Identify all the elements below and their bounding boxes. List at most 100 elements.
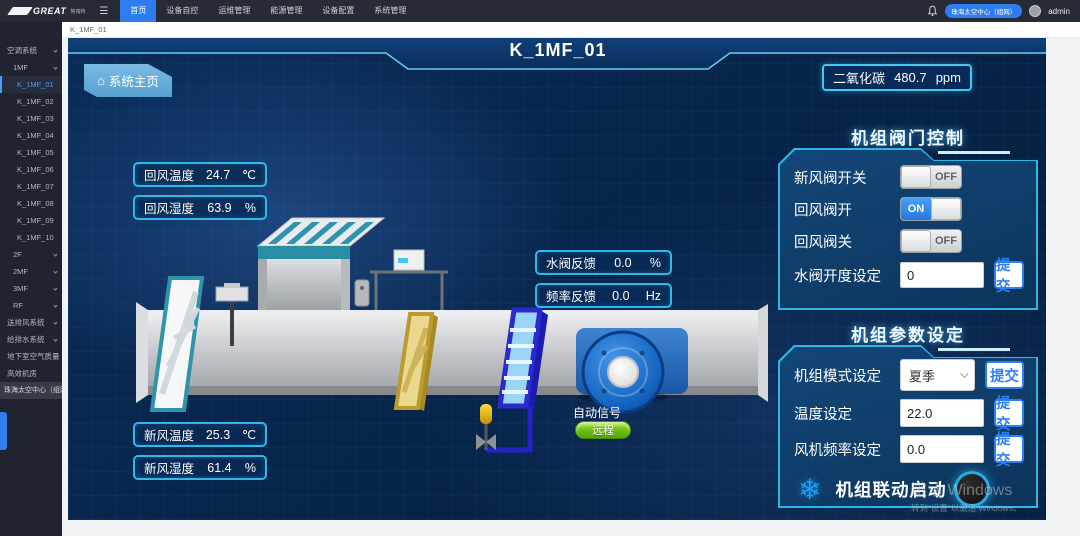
chevron-down-icon xyxy=(53,65,57,69)
temperature-submit-button[interactable]: 提交 xyxy=(994,399,1024,427)
menu-item-energy[interactable]: 能源管理 xyxy=(260,0,312,22)
toggle-state: OFF xyxy=(931,166,961,188)
temperature-setpoint-input[interactable] xyxy=(900,399,984,427)
readout-unit: ℃ xyxy=(242,167,256,182)
readout-unit: % xyxy=(245,461,256,475)
menu-item-device-control[interactable]: 设备自控 xyxy=(156,0,208,22)
sidebar-item-1mf[interactable]: 1MF xyxy=(0,59,62,76)
toggle-state: OFF xyxy=(931,230,961,252)
readout-value: 25.3 xyxy=(206,428,230,442)
sidebar-item-label: 给排水系统 xyxy=(7,335,45,344)
sidebar-expand-handle[interactable] xyxy=(0,412,7,450)
home-icon: ⌂ xyxy=(97,74,105,87)
water-valve-opening-input[interactable] xyxy=(900,262,984,288)
sidebar-item-label: 地下室空气质量 xyxy=(7,352,60,361)
toggle-label: 回风阀关 xyxy=(794,231,900,252)
mode-submit-button[interactable]: 提交 xyxy=(985,361,1024,389)
sidebar-item-k-1mf-07[interactable]: K_1MF_07 xyxy=(0,178,62,195)
sidebar-item-label: K_1MF_01 xyxy=(17,80,54,89)
linkage-start-label: 机组联动启动 xyxy=(835,477,946,502)
sidebar-item-plumbing-system[interactable]: 给排水系统 xyxy=(0,331,62,348)
sidebar-item-k-1mf-01[interactable]: K_1MF_01 xyxy=(0,76,62,93)
notification-bell-icon[interactable] xyxy=(927,5,938,17)
readout-value: 0.0 xyxy=(614,256,631,270)
sidebar-item-k-1mf-09[interactable]: K_1MF_09 xyxy=(0,212,62,229)
fan-frequency-submit-button[interactable]: 提交 xyxy=(994,435,1024,463)
menu-item-home[interactable]: 首页 xyxy=(120,0,156,22)
duct-sensor-assembly xyxy=(370,250,448,310)
sidebar-item-label: 高效机房 xyxy=(7,369,37,378)
readout-value: 0.0 xyxy=(612,289,629,303)
readout-label: 水阀反馈 xyxy=(546,253,596,272)
damper-actuator xyxy=(355,280,369,306)
navbar-right: 珠海太空中心（组网） admin xyxy=(927,4,1080,18)
sidebar-item-k-1mf-06[interactable]: K_1MF_06 xyxy=(0,161,62,178)
mode-setting-row: 机组模式设定 夏季 提交 xyxy=(794,359,1024,391)
sidebar-item-k-1mf-10[interactable]: K_1MF_10 xyxy=(0,229,62,246)
water-valve xyxy=(476,404,530,450)
sidebar-item-exhaust-system[interactable]: 送排风系统 xyxy=(0,314,62,331)
menu-item-system[interactable]: 系统管理 xyxy=(364,0,416,22)
co2-label: 二氧化碳 xyxy=(833,68,885,87)
readout-label: 新风温度 xyxy=(144,425,194,444)
sidebar-item-label: K_1MF_03 xyxy=(17,114,54,123)
sidebar-collapse-icon[interactable]: ☰ xyxy=(91,6,116,17)
co2-readout: 二氧化碳 480.7 ppm xyxy=(822,64,972,91)
sidebar-item-label: 1MF xyxy=(13,63,28,72)
top-navbar: GREAT 格瑞特 ☰ 首页 设备自控 运维管理 能源管理 设备配置 系统管理 … xyxy=(0,0,1080,22)
auto-signal-label: 自动信号 xyxy=(573,404,663,421)
valve-control-panel: 新风阀开关 OFF 回风阀开 ON 回风阀关 xyxy=(778,148,1038,310)
linkage-start-button[interactable] xyxy=(954,471,990,507)
co2-value: 480.7 xyxy=(894,70,927,85)
setting-label: 机组模式设定 xyxy=(794,365,900,386)
home-button-label: 系统主页 xyxy=(109,71,159,90)
sidebar-item-k-1mf-03[interactable]: K_1MF_03 xyxy=(0,110,62,127)
sidebar-item-2mf[interactable]: 2MF xyxy=(0,263,62,280)
app-window: GREAT 格瑞特 ☰ 首页 设备自控 运维管理 能源管理 设备配置 系统管理 … xyxy=(0,0,1080,536)
toggle-knob xyxy=(901,230,931,252)
sidebar-item-rf[interactable]: RF xyxy=(0,297,62,314)
sidebar-item-k-1mf-08[interactable]: K_1MF_08 xyxy=(0,195,62,212)
sidebar-item-label: K_1MF_08 xyxy=(17,199,54,208)
sidebar-item-k-1mf-02[interactable]: K_1MF_02 xyxy=(0,93,62,110)
return-valve-open-toggle[interactable]: ON xyxy=(900,197,962,221)
remote-mode-indicator[interactable]: 远程 xyxy=(575,421,631,439)
fresh-air-valve-row: 新风阀开关 OFF xyxy=(794,165,1024,189)
sidebar-item-label: 2MF xyxy=(13,267,28,276)
sidebar-item-label: K_1MF_02 xyxy=(17,97,54,106)
toggle-label: 回风阀开 xyxy=(794,199,900,220)
param-panel-title: 机组参数设定 xyxy=(778,321,1038,346)
tab-k-1mf-01[interactable]: K_1MF_01 xyxy=(62,25,107,34)
water-valve-submit-button[interactable]: 提交 xyxy=(994,261,1024,289)
user-avatar[interactable] xyxy=(1029,5,1041,17)
toggle-state: ON xyxy=(901,198,931,220)
fresh-air-valve-toggle[interactable]: OFF xyxy=(900,165,962,189)
temp-setting-row: 温度设定 提交 xyxy=(794,399,1024,427)
toggle-knob xyxy=(901,166,931,188)
sidebar-item-k-1mf-04[interactable]: K_1MF_04 xyxy=(0,127,62,144)
chevron-down-icon xyxy=(53,48,57,52)
username-label: admin xyxy=(1048,7,1070,16)
mode-select[interactable]: 夏季 xyxy=(900,359,975,391)
readout-unit: Hz xyxy=(646,289,661,303)
snowflake-icon: ❄ xyxy=(798,473,821,506)
sidebar-item-3mf[interactable]: 3MF xyxy=(0,280,62,297)
water-valve-feedback-readout: 水阀反馈0.0% xyxy=(535,250,672,275)
menu-item-ops[interactable]: 运维管理 xyxy=(208,0,260,22)
sidebar-item-site-root[interactable]: 珠海太空中心（组网） xyxy=(0,382,62,399)
site-badge[interactable]: 珠海太空中心（组网） xyxy=(945,4,1022,18)
return-valve-close-toggle[interactable]: OFF xyxy=(900,229,962,253)
sidebar-item-basement-air-quality[interactable]: 地下室空气质量 xyxy=(0,348,62,365)
co2-unit: ppm xyxy=(936,70,961,85)
menu-item-device-config[interactable]: 设备配置 xyxy=(312,0,364,22)
sidebar-item-efficient-plant[interactable]: 高效机房 xyxy=(0,365,62,382)
sidebar-item-k-1mf-05[interactable]: K_1MF_05 xyxy=(0,144,62,161)
sidebar-item-2f[interactable]: 2F xyxy=(0,246,62,263)
sidebar-item-hvac-system[interactable]: 空调系统 xyxy=(0,42,62,59)
sidebar-tree: 空调系统 1MF K_1MF_01 K_1MF_02 K_1MF_03 K_1M… xyxy=(0,22,62,536)
return-air-temp-readout: 回风温度24.7℃ xyxy=(133,162,267,187)
fan-frequency-input[interactable] xyxy=(900,435,984,463)
tab-strip: K_1MF_01 xyxy=(62,22,1080,38)
sidebar-item-label: K_1MF_05 xyxy=(17,148,54,157)
content-area: K_1MF_01 ⌂ 系统主页 二氧化碳 480.7 ppm 回风温度24.7℃… xyxy=(62,38,1080,536)
